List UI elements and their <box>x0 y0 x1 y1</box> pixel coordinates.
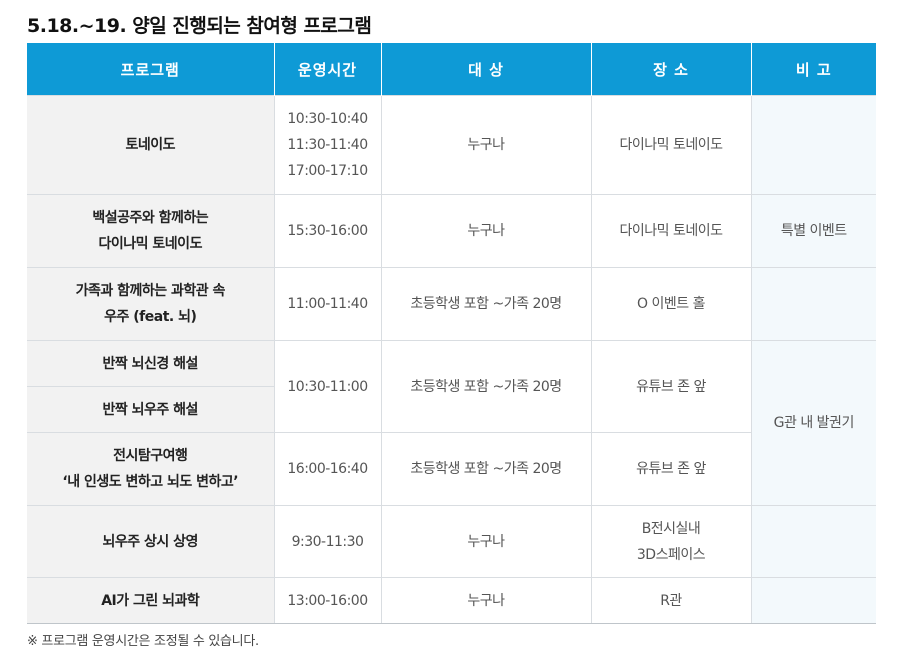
note-special-event: 특별 이벤트 <box>750 194 876 268</box>
place: 유튜브 존 앞 <box>590 432 751 506</box>
place: B전시실내 3D스페이스 <box>590 505 752 578</box>
table-header-row: 프로그램 운영시간 대 상 장 소 비 고 <box>27 43 876 96</box>
program-table: 프로그램 운영시간 대 상 장 소 비 고 토네이도 10:30-10:40 1… <box>27 43 876 624</box>
run-time: 9:30-11:30 <box>273 505 382 578</box>
table-row: 가족과 함께하는 과학관 속 우주 (feat. 뇌) 11:00-11:40 … <box>27 267 876 341</box>
header-target: 대 상 <box>381 43 592 96</box>
table-row: 반짝 뇌신경 해설 10:30-11:00 초등학생 포함 ~가족 20명 유튜… <box>27 340 876 506</box>
run-time: 10:30-11:00 <box>273 340 382 433</box>
target-audience: 누구나 <box>380 577 592 624</box>
place: R관 <box>590 577 752 624</box>
place: 다이나믹 토네이도 <box>590 95 752 195</box>
table-row: 전시탐구여행 ‘내 인생도 변하고 뇌도 변하고’ 16:00-16:40 초등… <box>27 432 876 506</box>
note-empty <box>750 577 876 624</box>
header-time: 운영시간 <box>274 43 382 96</box>
program-name: 전시탐구여행 ‘내 인생도 변하고 뇌도 변하고’ <box>27 432 275 506</box>
target-audience: 누구나 <box>380 95 592 195</box>
note-empty <box>750 267 876 341</box>
run-time: 16:00-16:40 <box>273 432 382 506</box>
program-name: 가족과 함께하는 과학관 속 우주 (feat. 뇌) <box>27 267 275 341</box>
page-title: 5.18.~19. 양일 진행되는 참여형 프로그램 <box>27 15 372 37</box>
place: O 이벤트 홀 <box>590 267 752 341</box>
target-audience: 누구나 <box>380 194 592 268</box>
program-name: 토네이도 <box>27 95 275 195</box>
program-name: AI가 그린 뇌과학 <box>27 577 275 624</box>
program-name: 백설공주와 함께하는 다이나믹 토네이도 <box>27 194 275 268</box>
note-empty <box>750 95 876 195</box>
target-audience: 초등학생 포함 ~가족 20명 <box>380 340 592 433</box>
target-audience: 초등학생 포함 ~가족 20명 <box>380 267 592 341</box>
header-note: 비 고 <box>751 43 876 96</box>
table-row: 백설공주와 함께하는 다이나믹 토네이도 15:30-16:00 누구나 다이나… <box>27 194 876 268</box>
place: 유튜브 존 앞 <box>590 340 752 433</box>
place: 다이나믹 토네이도 <box>590 194 752 268</box>
note-g-hall: G관 내 발권기 <box>750 340 876 506</box>
run-time: 13:00-16:00 <box>273 577 382 624</box>
table-row: 뇌우주 상시 상영 9:30-11:30 누구나 B전시실내 3D스페이스 <box>27 505 876 578</box>
target-audience: 누구나 <box>380 505 592 578</box>
run-time: 11:00-11:40 <box>273 267 382 341</box>
note-empty <box>750 505 876 578</box>
target-audience: 초등학생 포함 ~가족 20명 <box>380 432 592 506</box>
run-time: 10:30-10:40 11:30-11:40 17:00-17:10 <box>273 95 382 195</box>
table-row: AI가 그린 뇌과학 13:00-16:00 누구나 R관 <box>27 577 876 624</box>
program-name: 반짝 뇌신경 해설 <box>27 340 275 387</box>
run-time: 15:30-16:00 <box>273 194 382 268</box>
program-name: 반짝 뇌우주 해설 <box>27 386 274 433</box>
table-row: 토네이도 10:30-10:40 11:30-11:40 17:00-17:10… <box>27 95 876 195</box>
header-program: 프로그램 <box>27 43 275 96</box>
program-name: 뇌우주 상시 상영 <box>27 505 275 578</box>
footnote: ※ 프로그램 운영시간은 조정될 수 있습니다. <box>27 634 259 649</box>
header-place: 장 소 <box>591 43 752 96</box>
